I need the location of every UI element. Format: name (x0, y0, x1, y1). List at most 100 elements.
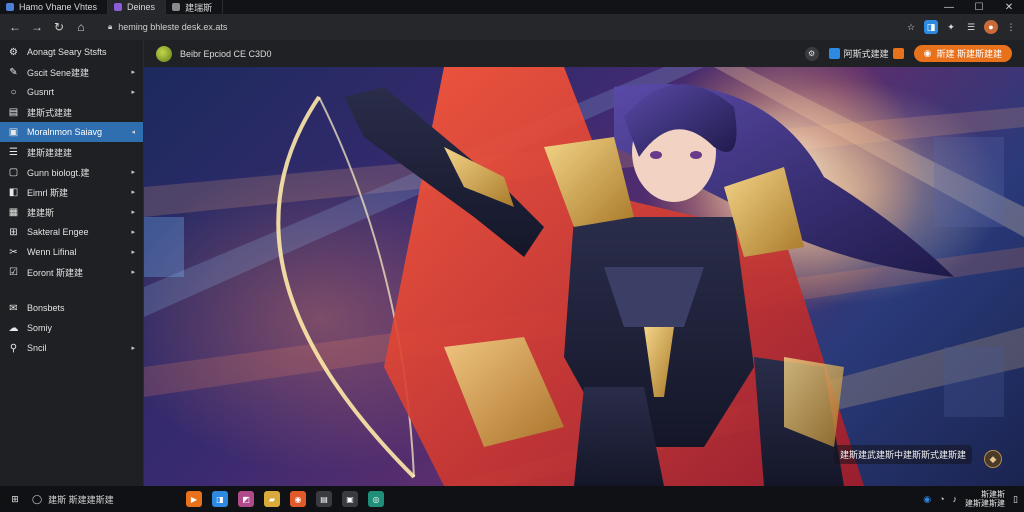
chevron-icon: ▸ (131, 249, 135, 256)
cloud-icon: ☁ (8, 322, 19, 334)
sidebar-item[interactable]: ✂ Wenn Lifinal ▸ (0, 242, 143, 262)
forward-arrow-icon[interactable]: → (28, 18, 46, 36)
hero-artwork: 建斯建武建斯中建斯斯式建斯建 ◆ (144, 67, 1024, 486)
edge-app-icon[interactable]: ◎ (368, 491, 384, 507)
sidebar-item-label: Gscit Sene建建 (27, 67, 90, 78)
bolt-icon: ◉ (923, 48, 932, 58)
sidebar-item[interactable]: ○ Gusnrt ▸ (0, 82, 143, 102)
chevron-icon: ▸ (131, 345, 135, 352)
address-bar[interactable]: 🔒︎ heming bhleste desk.ex.ats (100, 18, 880, 36)
home-icon[interactable]: ⌂ (72, 18, 90, 36)
reading-list-icon[interactable]: ☰ (964, 20, 978, 34)
minimize-button[interactable]: — (934, 0, 964, 14)
chevron-icon: ▸ (131, 69, 135, 76)
tool-icon: ✂ (9, 246, 18, 258)
notes-app-icon[interactable]: ▤ (316, 491, 332, 507)
sidebar-item-label: Sakteral Engee (27, 227, 89, 237)
chevron-icon: ▸ (131, 229, 135, 236)
grid-icon: ⊞ (9, 226, 18, 238)
primary-action-button[interactable]: ◉ 斯建 斯建斯建建 (913, 45, 1012, 62)
sidebar-item[interactable]: ◧ Eimrl 斯建 ▸ (0, 182, 143, 202)
folder-app-icon[interactable]: ▰ (264, 491, 280, 507)
tab-3[interactable]: 建瑞斯 (166, 0, 224, 14)
sidebar-item[interactable]: ☁ Somiy (0, 318, 143, 338)
chevron-icon: ▸ (131, 169, 135, 176)
browser-toolbar: ← → ↻ ⌂ 🔒︎ heming bhleste desk.ex.ats ☆ … (0, 14, 1024, 40)
header-chip[interactable]: 阿斯式建建 (828, 47, 904, 60)
sidebar-item-label: Bonsbets (27, 303, 65, 313)
sidebar-item[interactable]: ⚲ Sncil ▸ (0, 338, 143, 358)
terminal-app-icon[interactable]: ▣ (342, 491, 358, 507)
address-text: heming bhleste desk.ex.ats (118, 22, 228, 32)
chevron-icon: ▸ (131, 269, 135, 276)
chevron-icon: ▸ (131, 209, 135, 216)
sidebar-item-label: Gunn biologt.建 (27, 167, 90, 178)
sidebar-item[interactable]: ▢ Gunn biologt.建 ▸ (0, 162, 143, 182)
circle-icon: ○ (10, 86, 17, 98)
game-logo-icon (156, 45, 172, 62)
tab-strip: Hamo Vhane Vhtes Deines 建瑞斯 — ☐ ✕ (0, 0, 1024, 14)
extension-icon[interactable]: ◨ (924, 20, 938, 34)
sidebar-item-label: Moralnmon Saiavg (27, 127, 103, 137)
sidebar-item[interactable]: ✉ Bonsbets (0, 298, 143, 318)
files-app-icon[interactable]: ▶ (186, 491, 202, 507)
tab-label: Hamo Vhane Vhtes (19, 2, 98, 12)
app-icon (828, 48, 840, 59)
list-icon: ☰ (9, 146, 18, 158)
shield-icon[interactable]: ◆ (984, 450, 1002, 468)
sidebar-item[interactable]: ▣ Moralnmon Saiavg ◂ (0, 122, 143, 142)
settings-icon[interactable]: ⚙ (804, 46, 819, 61)
store-app-icon[interactable]: ◨ (212, 491, 228, 507)
sidebar-item-label: Wenn Lifinal (27, 247, 77, 257)
sidebar-item[interactable]: ☑ Eoront 斯建建 ▸ (0, 262, 143, 282)
window-controls: — ☐ ✕ (934, 0, 1024, 14)
wifi-icon[interactable]: ◔ (939, 494, 944, 504)
profile-avatar[interactable]: ● (984, 20, 998, 34)
sidebar-item-label: 建斯式建建 (27, 107, 73, 118)
taskbar-search[interactable]: ◯ 建斯 斯建建斯建 (32, 490, 172, 508)
cta-label: 斯建 斯建斯建建 (936, 49, 1002, 59)
sidebar-item[interactable]: ✎ Gscit Sene建建 ▸ (0, 62, 143, 82)
network-icon[interactable]: ◉ (923, 494, 931, 505)
chevron-icon: ▸ (131, 89, 135, 96)
toolbar-actions: ☆ ◨ ✦ ☰ ● ⋮ (904, 20, 1018, 34)
reload-icon[interactable]: ↻ (50, 18, 68, 36)
book-icon: ▤ (8, 106, 19, 118)
square-icon: ▢ (8, 166, 19, 178)
photos-app-icon[interactable]: ◩ (238, 491, 254, 507)
sidebar-item[interactable]: ⚙ Aonagt Seary Stsfts (0, 42, 143, 62)
star-icon[interactable]: ☆ (904, 20, 918, 34)
clock[interactable]: 斯建斯 建斯建斯建 (965, 490, 1005, 508)
sidebar-item[interactable]: ▤ 建斯式建建 (0, 102, 143, 122)
lock-icon: 🔒︎ (108, 22, 113, 31)
chevron-icon: ▸ (131, 189, 135, 196)
window-icon: ▣ (8, 126, 19, 138)
sidebar-item-label: Eimrl 斯建 (27, 187, 68, 198)
sidebar-item-label: 建建斯 (27, 207, 55, 218)
back-arrow-icon[interactable]: ← (6, 18, 24, 36)
sidebar-item[interactable]: ⊞ Sakteral Engee ▸ (0, 222, 143, 242)
brush-icon: ✎ (9, 66, 18, 78)
tab-2[interactable]: Deines (108, 0, 167, 14)
artwork-caption: 建斯建武建斯中建斯斯式建斯建 (833, 445, 972, 464)
tab-label: Deines (127, 2, 156, 12)
sidebar-item[interactable]: ☰ 建斯建建建 (0, 142, 143, 162)
menu-dots-icon[interactable]: ⋮ (1004, 20, 1018, 34)
page-title: Beibr Epciod CE C3D0 (180, 48, 272, 59)
close-button[interactable]: ✕ (994, 0, 1024, 14)
chip-label: 阿斯式建建 (843, 49, 889, 59)
header-actions: ⚙ 阿斯式建建 ◉ 斯建 斯建斯建建 (804, 45, 1012, 62)
puzzle-icon[interactable]: ✦ (944, 20, 958, 34)
tab-1[interactable]: Hamo Vhane Vhtes (0, 0, 109, 14)
sidebar-item[interactable]: ▦ 建建斯 ▸ (0, 202, 143, 222)
badge-icon (892, 48, 904, 59)
volume-icon[interactable]: ♪ (953, 494, 958, 504)
browser-app-icon[interactable]: ◉ (290, 491, 306, 507)
folder-icon: ▦ (8, 206, 19, 218)
maximize-button[interactable]: ☐ (964, 0, 994, 14)
check-icon: ☑ (9, 266, 18, 278)
site-icon (172, 3, 181, 11)
notification-icon[interactable]: ▯ (1013, 494, 1018, 505)
start-menu-icon[interactable]: ⊞ (6, 490, 24, 508)
sidebar-item-label: Gusnrt (27, 87, 55, 97)
